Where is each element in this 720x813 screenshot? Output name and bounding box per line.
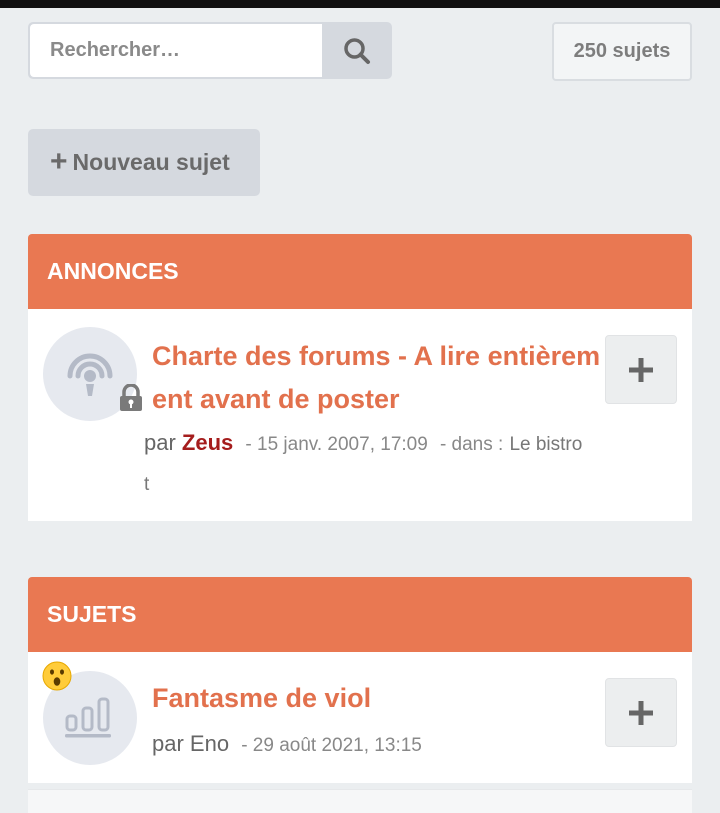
podcast-icon: [67, 353, 113, 396]
announcement-title-line2: ent avant de poster: [152, 384, 400, 414]
topic-count-badge: 250 sujets: [552, 22, 692, 81]
author-link[interactable]: Zeus: [182, 430, 233, 455]
post-date: - 29 août 2021, 13:15: [241, 735, 422, 756]
topic-meta: par Eno - 29 août 2021, 13:15: [152, 724, 422, 766]
lock-icon: [120, 384, 142, 411]
search-box: [28, 22, 392, 79]
expand-button[interactable]: [605, 678, 677, 747]
announcements-title: ANNONCES: [47, 258, 179, 284]
next-topic-row: [28, 789, 692, 813]
plus-icon: [629, 357, 653, 382]
topic-title-link[interactable]: Fantasme de viol: [152, 677, 371, 720]
forum-link[interactable]: Le bistro: [509, 434, 582, 455]
author-link[interactable]: Eno: [190, 731, 229, 756]
announcement-row: Charte des forums - A lire entièrem ent …: [28, 309, 692, 521]
by-label: par: [152, 731, 184, 756]
search-button[interactable]: [322, 22, 392, 79]
new-topic-button[interactable]: + Nouveau sujet: [28, 129, 260, 196]
forum-link-continuation[interactable]: t: [144, 465, 582, 505]
announcements-header: ANNONCES: [28, 234, 692, 309]
surprised-face-icon: [42, 661, 72, 691]
topics-header: SUJETS: [28, 577, 692, 652]
plus-icon: +: [50, 144, 68, 178]
plus-icon: [629, 700, 653, 725]
search-input[interactable]: [30, 24, 322, 77]
search-icon: [344, 37, 370, 64]
topic-row: Fantasme de viol par Eno - 29 août 2021,…: [28, 652, 692, 783]
announcement-title-link[interactable]: Charte des forums - A lire entièrem ent …: [152, 335, 600, 421]
top-bar: [0, 0, 720, 8]
expand-button[interactable]: [605, 335, 677, 404]
topics-title: SUJETS: [47, 601, 137, 627]
announcement-title-line1: Charte des forums - A lire entièrem: [152, 341, 601, 371]
post-date: - 15 janv. 2007, 17:09: [245, 434, 428, 455]
announcement-meta: par Zeus - 15 janv. 2007, 17:09 - dans :…: [144, 423, 582, 505]
by-label: par: [144, 430, 176, 455]
bar-chart-icon: [65, 697, 111, 738]
new-topic-label: Nouveau sujet: [72, 149, 230, 175]
in-label: - dans :: [439, 434, 504, 455]
